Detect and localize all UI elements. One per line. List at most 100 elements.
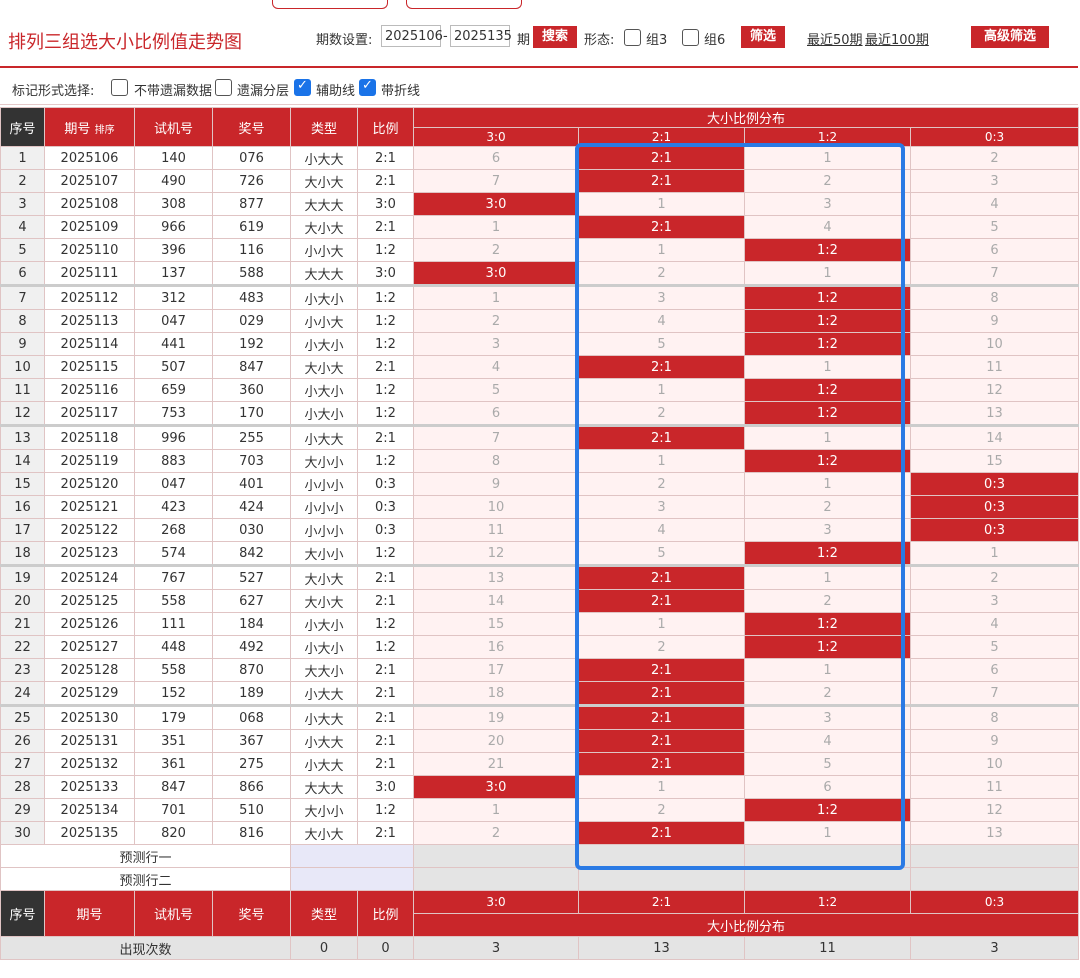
row-trial: 137 bbox=[134, 261, 213, 286]
row-period: 2025119 bbox=[44, 449, 135, 473]
dist-cell-omission: 4 bbox=[909, 612, 1080, 636]
col-seq-header: 序号 bbox=[0, 107, 45, 147]
group6-checkbox[interactable] bbox=[682, 29, 699, 46]
row-seq: 13 bbox=[0, 424, 45, 450]
row-seq: 20 bbox=[0, 589, 45, 613]
dist-cell-omission: 10 bbox=[909, 752, 1080, 776]
table-row: 14 2025119 883 703 大小小 1:2 8 1 1:2 15 bbox=[0, 449, 1080, 473]
dist-cell-omission: 19 bbox=[413, 704, 579, 730]
row-seq: 22 bbox=[0, 635, 45, 659]
guide-line-checkbox[interactable] bbox=[294, 78, 311, 96]
prediction-input-area[interactable] bbox=[290, 867, 414, 891]
table-row: 25 2025130 179 068 小大大 2:1 19 2:1 3 8 bbox=[0, 704, 1080, 730]
col-period-header[interactable]: 期号 排序 bbox=[44, 107, 135, 147]
dist-cell-omission: 4 bbox=[413, 355, 579, 379]
prediction-input-area[interactable] bbox=[290, 844, 414, 868]
row-type: 小大小 bbox=[290, 332, 358, 356]
row-trial: 448 bbox=[134, 635, 213, 659]
dist-cell-hit: 0:3 bbox=[909, 495, 1080, 519]
row-period: 2025120 bbox=[44, 472, 135, 496]
prediction-row-label[interactable]: 预测行一 bbox=[0, 844, 291, 868]
dist-cell-omission: 16 bbox=[413, 635, 579, 659]
row-type: 小大小 bbox=[290, 378, 358, 402]
prediction-cell[interactable] bbox=[413, 844, 579, 868]
row-draw: 866 bbox=[212, 775, 291, 799]
row-draw: 510 bbox=[212, 798, 291, 822]
row-trial: 753 bbox=[134, 401, 213, 426]
period-from-input[interactable]: 2025106 bbox=[381, 25, 443, 47]
footer-col-period-header: 期号 bbox=[44, 890, 135, 937]
row-seq: 12 bbox=[0, 401, 45, 426]
group3-checkbox[interactable] bbox=[624, 29, 641, 46]
prediction-cell[interactable] bbox=[578, 867, 745, 891]
row-draw: 367 bbox=[212, 729, 291, 753]
prediction-cell[interactable] bbox=[909, 867, 1080, 891]
footer-col-trial-header: 试机号 bbox=[134, 890, 213, 937]
dist-cell-omission: 15 bbox=[909, 449, 1080, 473]
footer-header-row: 序号 期号 试机号 奖号 类型 比例 3:0 2:1 1:2 0:3 bbox=[0, 890, 1080, 937]
polyline-checkbox[interactable] bbox=[359, 78, 376, 96]
period-to-input[interactable]: 2025135 bbox=[450, 25, 512, 47]
prediction-cell[interactable] bbox=[744, 867, 911, 891]
row-seq: 3 bbox=[0, 192, 45, 216]
dist-cell-hit: 3:0 bbox=[413, 261, 579, 286]
row-trial: 883 bbox=[134, 449, 213, 473]
stats-label: 出现次数 bbox=[0, 936, 291, 960]
dist-cell-omission: 13 bbox=[413, 564, 579, 590]
table-row: 7 2025112 312 483 小大小 1:2 1 3 1:2 8 bbox=[0, 284, 1080, 310]
filter-button[interactable]: 筛选 bbox=[741, 26, 785, 48]
mark-options-label: 标记形式选择: bbox=[12, 84, 95, 99]
dist-cell-omission: 13 bbox=[909, 821, 1080, 845]
omission-layer-checkbox[interactable] bbox=[215, 79, 232, 96]
recent-100-link[interactable]: 最近100期 bbox=[865, 29, 929, 48]
row-period: 2025128 bbox=[44, 658, 135, 682]
search-button[interactable]: 搜索 bbox=[533, 26, 577, 48]
row-draw: 068 bbox=[212, 704, 291, 730]
row-trial: 659 bbox=[134, 378, 213, 402]
row-seq: 5 bbox=[0, 238, 45, 262]
row-ratio: 3:0 bbox=[357, 261, 414, 286]
row-period: 2025125 bbox=[44, 589, 135, 613]
row-period: 2025110 bbox=[44, 238, 135, 262]
form-label: 形态: bbox=[584, 33, 615, 48]
prediction-cell[interactable] bbox=[413, 867, 579, 891]
row-ratio: 0:3 bbox=[357, 518, 414, 542]
recent-50-link[interactable]: 最近50期 bbox=[807, 29, 863, 48]
row-draw: 703 bbox=[212, 449, 291, 473]
stats-ratio: 0 bbox=[357, 936, 414, 960]
prediction-row-label[interactable]: 预测行二 bbox=[0, 867, 291, 891]
dist-cell-omission: 9 bbox=[909, 729, 1080, 753]
row-draw: 492 bbox=[212, 635, 291, 659]
prediction-row[interactable]: 预测行一 bbox=[0, 844, 1080, 868]
row-draw: 726 bbox=[212, 169, 291, 193]
sort-icon[interactable]: 排序 bbox=[95, 125, 115, 136]
table-row: 10 2025115 507 847 大小大 2:1 4 2:1 1 11 bbox=[0, 355, 1080, 379]
dist-cell-omission: 9 bbox=[909, 309, 1080, 333]
footer-col-ratio-header: 比例 bbox=[357, 890, 414, 937]
row-period: 2025134 bbox=[44, 798, 135, 822]
row-period: 2025106 bbox=[44, 146, 135, 170]
prediction-cell[interactable] bbox=[909, 844, 1080, 868]
dist-cell-omission: 9 bbox=[413, 472, 579, 496]
no-omission-checkbox[interactable] bbox=[111, 79, 128, 96]
row-seq: 10 bbox=[0, 355, 45, 379]
advanced-filter-button[interactable]: 高级筛选 bbox=[971, 26, 1049, 48]
row-type: 大小大 bbox=[290, 169, 358, 193]
row-ratio: 1:2 bbox=[357, 798, 414, 822]
row-period: 2025124 bbox=[44, 564, 135, 590]
row-seq: 14 bbox=[0, 449, 45, 473]
highlight-box bbox=[575, 143, 905, 870]
row-seq: 19 bbox=[0, 564, 45, 590]
dist-cell-omission: 2 bbox=[413, 821, 579, 845]
row-draw: 401 bbox=[212, 472, 291, 496]
stats-type: 0 bbox=[290, 936, 358, 960]
dist-cell-omission: 11 bbox=[413, 518, 579, 542]
row-ratio: 2:1 bbox=[357, 215, 414, 239]
prediction-row[interactable]: 预测行二 bbox=[0, 867, 1080, 891]
down-arrow-icon: ▼ bbox=[272, 890, 281, 903]
row-ratio: 1:2 bbox=[357, 612, 414, 636]
row-draw: 424 bbox=[212, 495, 291, 519]
row-ratio: 2:1 bbox=[357, 681, 414, 706]
row-period: 2025116 bbox=[44, 378, 135, 402]
dist-cell-omission: 21 bbox=[413, 752, 579, 776]
